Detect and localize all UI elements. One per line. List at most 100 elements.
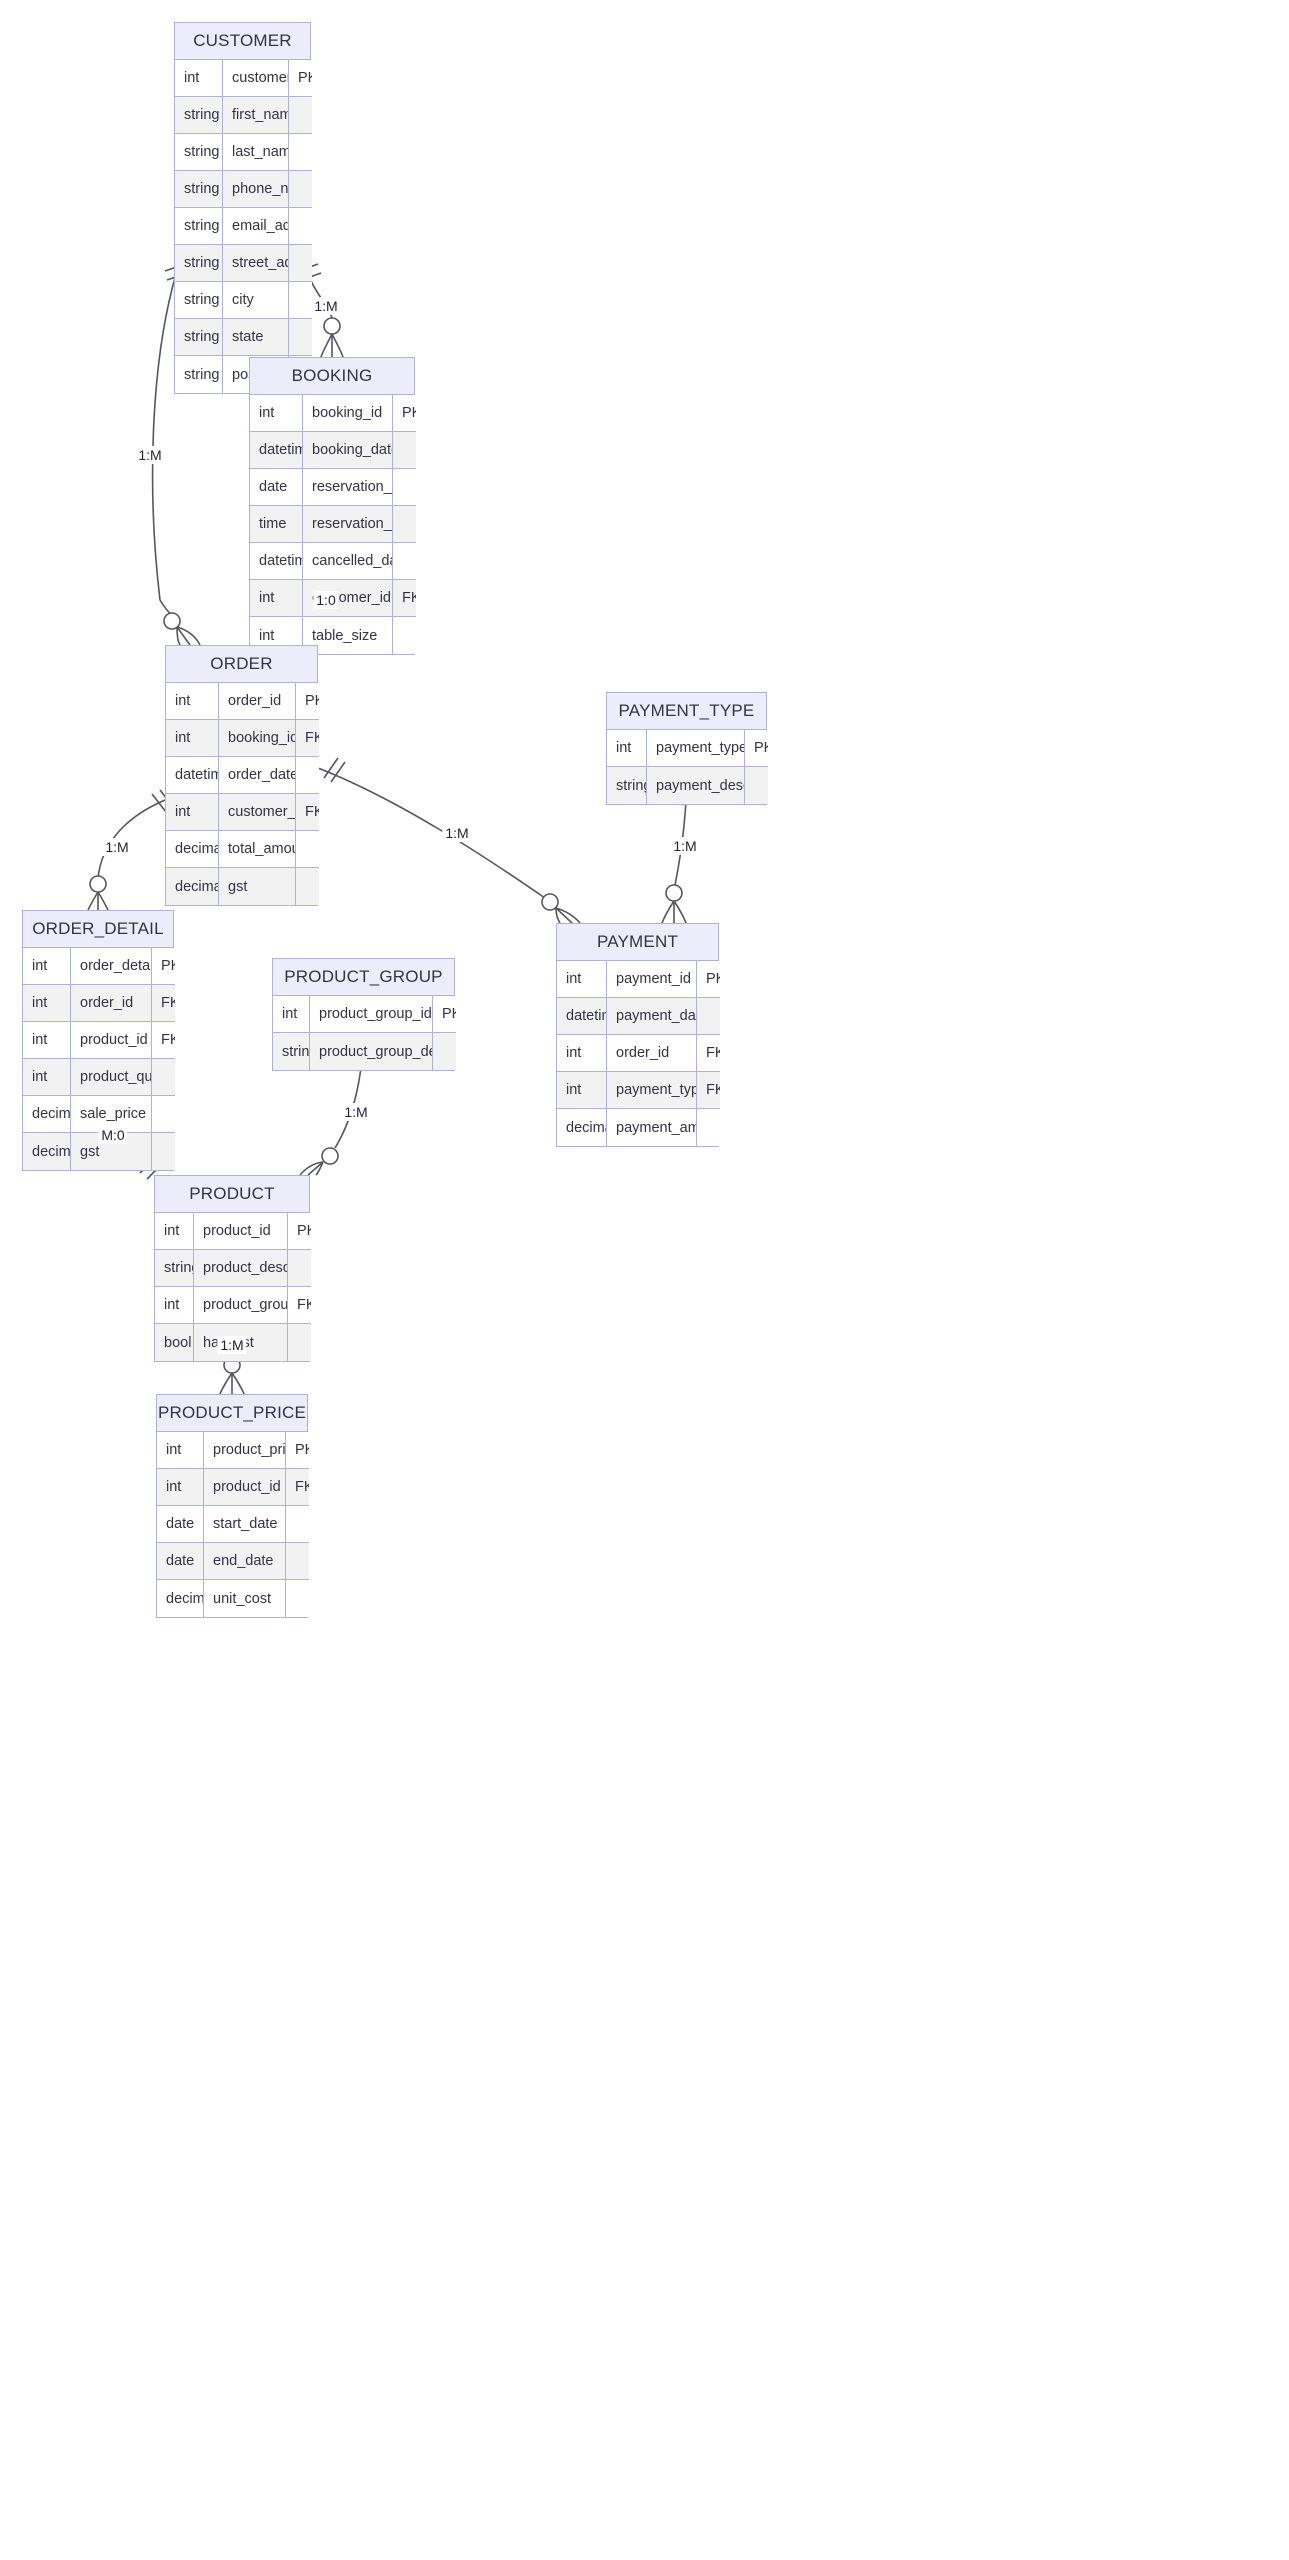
attribute-type: bool <box>155 1324 194 1361</box>
crowfoot-left <box>661 900 675 924</box>
entity-payment[interactable]: PAYMENTintpayment_idPKdatetimepayment_da… <box>556 923 720 1147</box>
tick-mark <box>323 757 339 779</box>
attribute-key: PK <box>745 730 768 767</box>
crowfoot-right <box>231 1372 245 1395</box>
attribute-type: datetime <box>557 998 607 1035</box>
crowfoot-right <box>97 891 109 911</box>
entity-product[interactable]: PRODUCTintproduct_idPKstringproduct_desc… <box>154 1175 311 1362</box>
cardinality-label: 1:M <box>670 837 700 855</box>
crowfoot-right <box>176 626 201 646</box>
attribute-key <box>393 469 416 506</box>
attribute-row: stringproduct_description <box>155 1250 311 1287</box>
attribute-row: intorder_idFK <box>23 985 175 1022</box>
attribute-row: stringstreet_address <box>175 245 312 282</box>
attribute-row: datetimeorder_datetime <box>166 757 319 794</box>
attribute-type: string <box>175 208 223 245</box>
attribute-key <box>393 506 416 543</box>
crowfoot-center <box>176 626 191 646</box>
attribute-key <box>393 543 416 580</box>
crowfoot-left <box>176 626 181 646</box>
attribute-type: datetime <box>250 432 303 469</box>
attribute-name: booking_datetime <box>303 432 393 469</box>
entity-title: PRODUCT_PRICE <box>157 1395 307 1432</box>
crowfoot-left <box>315 1161 324 1176</box>
attribute-key: PK <box>296 683 319 720</box>
entity-order[interactable]: ORDERintorder_idPKintbooking_idFKdatetim… <box>165 645 319 906</box>
attribute-row: string state <box>175 319 312 356</box>
attribute-name: payment_id <box>607 961 697 998</box>
attribute-key <box>289 134 312 171</box>
crowfoot-left <box>320 333 333 358</box>
attribute-type: string <box>175 356 223 393</box>
attribute-row: intpayment_type_idFK <box>557 1072 720 1109</box>
attribute-list: intproduct_group_idPKstringproduct_group… <box>273 996 456 1070</box>
attribute-row: intcustomer_idPK <box>175 60 312 97</box>
attribute-row: date end_date <box>157 1543 309 1580</box>
attribute-key <box>152 1059 175 1096</box>
attribute-type: int <box>557 1072 607 1109</box>
entity-customer[interactable]: CUSTOMERintcustomer_idPKstringfirst_name… <box>174 22 312 394</box>
attribute-key: FK <box>697 1072 720 1109</box>
attribute-key <box>393 432 416 469</box>
attribute-type: date <box>250 469 303 506</box>
er-diagram-canvas: CUSTOMERintcustomer_idPKstringfirst_name… <box>0 0 1289 2560</box>
attribute-type: string <box>175 319 223 356</box>
cardinality-label: 1:M <box>341 1103 371 1121</box>
attribute-name: email_address <box>223 208 289 245</box>
cardinality-label: 1:M <box>311 297 341 315</box>
attribute-key: FK <box>152 985 175 1022</box>
attribute-name: state <box>223 319 289 356</box>
attribute-name: start_date <box>204 1506 286 1543</box>
attribute-row: decimalgst <box>166 868 319 905</box>
entity-product_group[interactable]: PRODUCT_GROUPintproduct_group_idPKstring… <box>272 958 456 1071</box>
crowfoot-left <box>219 1372 233 1395</box>
attribute-key <box>289 282 312 319</box>
attribute-type: int <box>155 1213 194 1250</box>
attribute-name: reservation_time <box>303 506 393 543</box>
attribute-type: string <box>273 1033 310 1070</box>
attribute-key <box>286 1506 309 1543</box>
attribute-row: stringlast_name <box>175 134 312 171</box>
zero-ring <box>89 875 107 893</box>
cardinality-label: 1:M <box>135 446 165 464</box>
attribute-name: order_id <box>219 683 296 720</box>
attribute-name: customer_id <box>223 60 289 97</box>
tick-mark <box>330 761 346 783</box>
attribute-key <box>152 1133 175 1170</box>
entity-product_price[interactable]: PRODUCT_PRICEintproduct_price_idPKintpro… <box>156 1394 309 1618</box>
attribute-type: int <box>157 1469 204 1506</box>
attribute-row: stringpayment_description <box>607 767 768 804</box>
attribute-row: intorder_idFK <box>557 1035 720 1072</box>
crowfoot-right <box>299 1161 324 1176</box>
attribute-type: string <box>175 134 223 171</box>
attribute-row: intpayment_idPK <box>557 961 720 998</box>
attribute-row: stringemail_address <box>175 208 312 245</box>
attribute-type: string <box>175 97 223 134</box>
attribute-key <box>286 1580 309 1617</box>
attribute-key: FK <box>697 1035 720 1072</box>
attribute-name: product_group_id <box>194 1287 288 1324</box>
attribute-type: int <box>23 1022 71 1059</box>
attribute-list: intcustomer_idPKstringfirst_namestringla… <box>175 60 312 393</box>
entity-booking[interactable]: BOOKINGintbooking_idPKdatetimebooking_da… <box>249 357 416 655</box>
entity-title: PRODUCT <box>155 1176 309 1213</box>
attribute-type: int <box>166 794 219 831</box>
attribute-key <box>296 831 319 868</box>
attribute-name: payment_amount <box>607 1109 697 1146</box>
crowfoot-center <box>555 907 573 924</box>
attribute-type: int <box>157 1432 204 1469</box>
attribute-name: city <box>223 282 289 319</box>
attribute-name: product_group_description <box>310 1033 433 1070</box>
attribute-name: order_id <box>71 985 152 1022</box>
attribute-row: stringphone_number <box>175 171 312 208</box>
attribute-name: payment_type_id <box>607 1072 697 1109</box>
attribute-type: int <box>166 683 219 720</box>
attribute-name: payment_description <box>647 767 745 804</box>
zero-ring <box>541 893 559 911</box>
attribute-key <box>433 1033 456 1070</box>
attribute-name: order_detail_id <box>71 948 152 985</box>
attribute-name: order_datetime <box>219 757 296 794</box>
entity-payment_type[interactable]: PAYMENT_TYPEintpayment_type_idPKstringpa… <box>606 692 768 805</box>
attribute-key: PK <box>289 60 312 97</box>
attribute-row: intproduct_quantity <box>23 1059 175 1096</box>
